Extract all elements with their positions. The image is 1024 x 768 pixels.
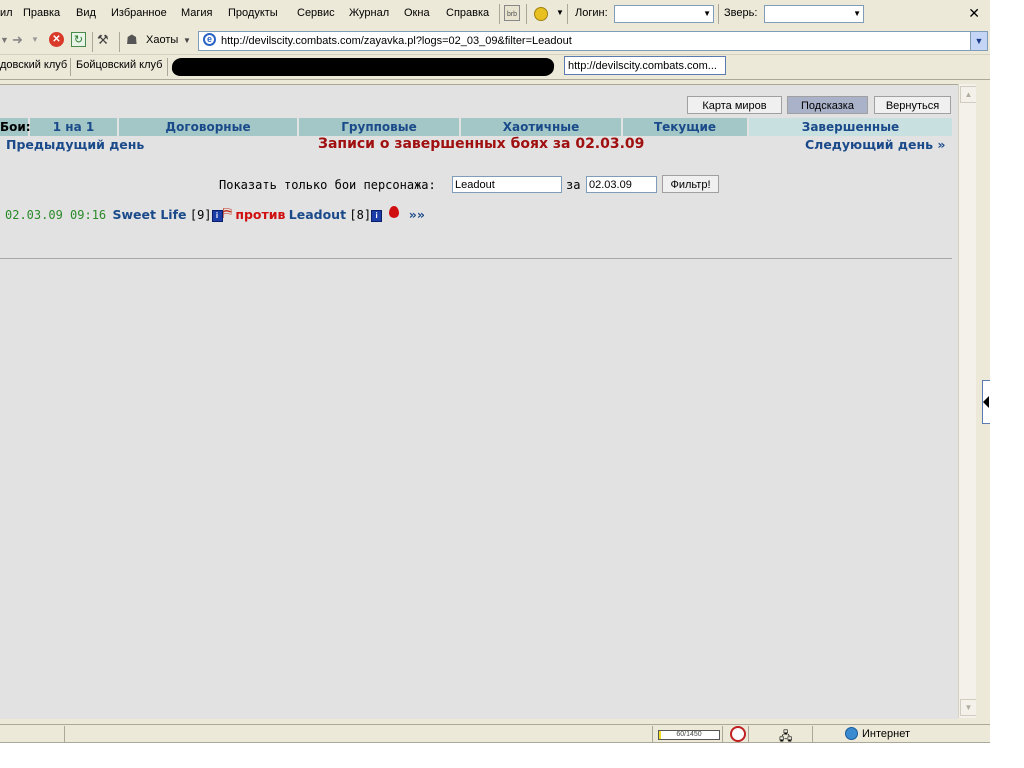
smiley-icon[interactable]	[534, 7, 548, 21]
chaos-icon[interactable]: ☗	[126, 32, 138, 48]
forward-icon[interactable]: ➜	[12, 32, 23, 48]
tab-finished[interactable]: Завершенные	[749, 118, 952, 136]
chaos-menu[interactable]: Хаоты	[146, 34, 178, 46]
tab-club-1[interactable]: довский клуб	[0, 59, 67, 71]
tab-club-2[interactable]: Бойцовский клуб	[76, 59, 162, 71]
separator	[748, 726, 749, 742]
tab-group[interactable]: Групповые	[299, 118, 459, 136]
next-day-link[interactable]: Следующий день »	[805, 137, 945, 152]
chevron-down-icon[interactable]: ▼	[183, 36, 191, 45]
menu-help[interactable]: Справка	[446, 7, 489, 19]
date-input[interactable]: 02.03.09	[586, 176, 657, 193]
sidebar-toggle[interactable]	[982, 380, 990, 424]
zone-label: Интернет	[862, 728, 910, 740]
tab-contract[interactable]: Договорные	[119, 118, 297, 136]
divider	[0, 258, 952, 259]
refresh-icon[interactable]: ↻	[71, 32, 86, 47]
login-combo[interactable]: ▼	[614, 5, 714, 23]
prev-day-link[interactable]: Предыдущий день	[6, 137, 144, 152]
world-map-button[interactable]: Карта миров	[687, 96, 782, 114]
separator	[812, 726, 813, 742]
chevron-down-icon[interactable]: ▼	[703, 9, 711, 18]
player2-level: [8]	[349, 208, 372, 222]
player1-name[interactable]: Sweet Life	[113, 207, 187, 222]
back-button[interactable]: Вернуться	[874, 96, 951, 114]
menu-view[interactable]: Вид	[76, 7, 96, 19]
vertical-scrollbar[interactable]: ▲ ▼	[958, 84, 977, 718]
player1-level: [9]	[189, 208, 212, 222]
filter-button[interactable]: Фильтр!	[662, 175, 719, 193]
tab-1v1[interactable]: 1 на 1	[30, 118, 117, 136]
tools-icon[interactable]: ⚒	[97, 32, 109, 48]
network-icon: 🖧	[779, 729, 793, 742]
info-icon[interactable]: i	[371, 210, 383, 222]
address-text[interactable]: http://devilscity.combats.com/zayavka.pl…	[221, 35, 572, 47]
page-title: Записи о завершенных боях за 02.03.09	[318, 136, 645, 152]
menu-magic[interactable]: Магия	[181, 7, 213, 19]
menu-windows[interactable]: Окна	[404, 7, 430, 19]
versus-label: против	[235, 207, 286, 222]
separator	[567, 4, 568, 24]
brb-icon[interactable]: brb	[504, 5, 520, 21]
status-bar: 60/1450 🖧 Интернет	[0, 724, 990, 742]
redacted-area	[171, 58, 555, 76]
separator	[722, 726, 723, 742]
separator	[64, 726, 65, 742]
menu-service[interactable]: Сервис	[297, 7, 335, 19]
info-icon[interactable]: i	[211, 210, 223, 222]
chevron-down-icon[interactable]: ▼	[970, 32, 987, 50]
filter-for-label: за	[566, 178, 581, 192]
menu-products[interactable]: Продукты	[228, 7, 278, 19]
separator	[167, 58, 168, 76]
chevron-down-icon[interactable]: ▼	[0, 35, 9, 45]
separator	[718, 4, 719, 24]
chevron-down-icon[interactable]: ▼	[31, 35, 39, 44]
ie-icon: e	[203, 33, 216, 46]
beast-combo[interactable]: ▼	[764, 5, 864, 23]
blood-drop-icon	[389, 206, 400, 218]
address-bar[interactable]: e http://devilscity.combats.com/zayavka.…	[198, 31, 988, 51]
battle-log-entry: 02.03.09 09:16 Sweet Life [9] i ⛿ против L…	[5, 205, 425, 223]
menu-favorites[interactable]: Избранное	[111, 7, 167, 19]
menu-file[interactable]: ил	[0, 7, 13, 19]
fights-label: Бои:	[0, 118, 31, 136]
separator	[652, 726, 653, 742]
clock-icon	[730, 726, 746, 742]
chevron-down-icon[interactable]: ▼	[556, 8, 564, 17]
scroll-down-icon[interactable]: ▼	[960, 699, 977, 716]
screen-edge	[0, 742, 990, 743]
menu-edit[interactable]: Правка	[23, 7, 60, 19]
tab-chaotic[interactable]: Хаотичные	[461, 118, 621, 136]
url-tooltip: http://devilscity.combats.com...	[564, 56, 726, 75]
chevron-down-icon[interactable]: ▼	[853, 9, 861, 18]
character-name-input[interactable]: Leadout	[452, 176, 562, 193]
separator	[499, 4, 500, 24]
fight-type-tabs: Бои: 1 на 1 Договорные Групповые Хаотичн…	[0, 118, 952, 136]
separator	[526, 4, 527, 24]
separator	[119, 32, 120, 52]
close-icon[interactable]: ✕	[968, 5, 980, 22]
page-content: Карта миров Подсказка Вернуться Бои: 1 н…	[0, 84, 958, 719]
login-label: Логин:	[575, 7, 608, 19]
menu-bar: ил Правка Вид Избранное Магия Продукты С…	[0, 0, 990, 29]
separator	[92, 32, 93, 52]
flag-icon: ⛿	[222, 205, 232, 220]
browser-window: ил Правка Вид Избранное Магия Продукты С…	[0, 0, 990, 742]
player2-name[interactable]: Leadout	[289, 207, 346, 222]
progress-bar: 60/1450	[658, 730, 720, 740]
menu-journal[interactable]: Журнал	[349, 7, 389, 19]
log-details-link[interactable]: »»	[409, 207, 425, 222]
beast-label: Зверь:	[724, 7, 758, 19]
battle-time: 02.03.09 09:16	[5, 208, 107, 222]
separator	[70, 58, 71, 76]
scroll-up-icon[interactable]: ▲	[960, 86, 977, 103]
hint-button[interactable]: Подсказка	[787, 96, 868, 114]
chevron-left-icon[interactable]	[983, 396, 989, 408]
progress-text: 60/1450	[676, 731, 702, 738]
globe-icon	[845, 727, 858, 740]
tab-current[interactable]: Текущие	[623, 118, 747, 136]
stop-icon[interactable]: ✕	[49, 32, 64, 47]
filter-label: Показать только бои персонажа:	[219, 178, 436, 192]
